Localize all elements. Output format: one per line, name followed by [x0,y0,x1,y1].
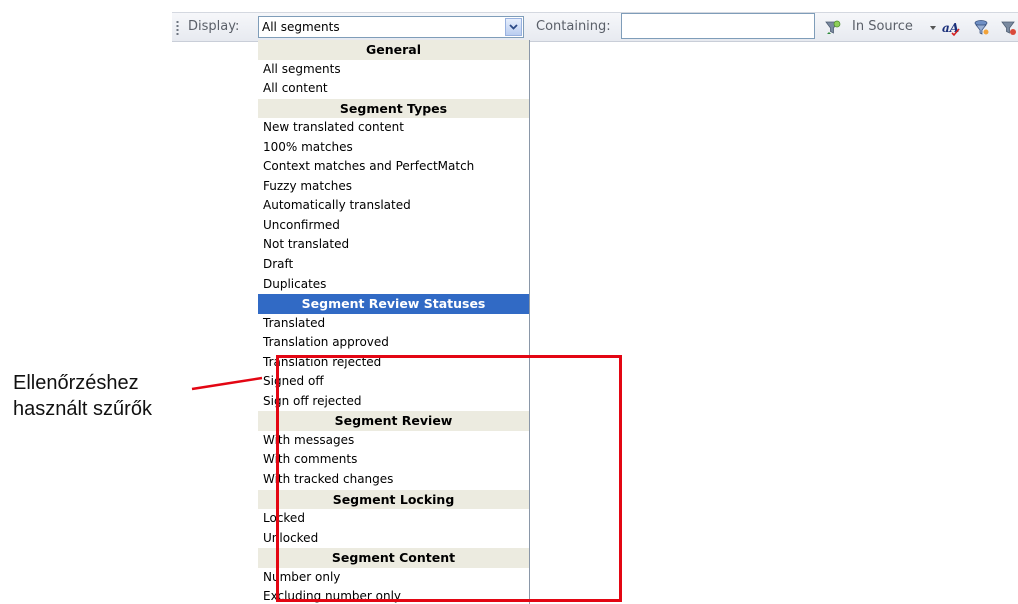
dropdown-option[interactable]: Translation rejected [258,353,529,373]
filter-settings-icon[interactable] [972,19,990,37]
in-source-dropdown-icon[interactable] [930,26,936,30]
dropdown-option[interactable]: Draft [258,255,529,275]
annotation-line-1: Ellenőrzéshez [13,372,139,394]
dropdown-group-header: General [258,40,529,60]
dropdown-group-header: Segment Locking [258,489,529,510]
dropdown-option[interactable]: Context matches and PerfectMatch [258,157,529,177]
dropdown-option[interactable]: Translated [258,314,529,334]
dropdown-option[interactable]: All segments [258,60,529,80]
display-label: Display: [188,19,240,34]
toolbar-grip-handle[interactable] [176,20,179,36]
dropdown-option[interactable]: Sign off rejected [258,392,529,412]
dropdown-option[interactable]: Translation approved [258,333,529,353]
dropdown-option[interactable]: With comments [258,450,529,470]
display-filter-select[interactable]: All segments [258,16,524,38]
dropdown-option[interactable]: Locked [258,509,529,529]
dropdown-group-header: Segment Review Statuses [258,294,529,314]
dropdown-option[interactable]: Automatically translated [258,196,529,216]
case-sensitive-icon[interactable]: aA [942,19,960,37]
filter-icon[interactable] [824,19,842,37]
dropdown-option[interactable]: Signed off [258,372,529,392]
in-source-label[interactable]: In Source [852,19,913,34]
annotation-text: Ellenőrzéshez használt szűrők [13,370,152,422]
display-filter-value: All segments [262,20,340,34]
dropdown-option[interactable]: Not translated [258,235,529,255]
filter-toolbar: Display: All segments Containing: In Sou… [172,12,1018,42]
filter-clear-icon[interactable] [1000,19,1018,37]
dropdown-option[interactable]: 100% matches [258,138,529,158]
dropdown-option[interactable]: Fuzzy matches [258,177,529,197]
dropdown-group-header: Segment Content [258,548,529,568]
dropdown-option[interactable]: New translated content [258,118,529,138]
chevron-down-icon[interactable] [505,18,522,36]
display-filter-dropdown-list[interactable]: General All segments All content Segment Ty… [258,40,530,604]
dropdown-option[interactable]: With messages [258,431,529,451]
dropdown-option[interactable]: Unconfirmed [258,216,529,236]
dropdown-option[interactable]: All content [258,79,529,99]
dropdown-option[interactable]: Unlocked [258,529,529,549]
dropdown-option[interactable]: Excluding number only [258,587,529,604]
annotation-line-2: használt szűrők [13,398,152,420]
containing-label: Containing: [536,19,611,34]
containing-search-input[interactable] [621,13,815,39]
dropdown-option[interactable]: Number only [258,568,529,588]
dropdown-option[interactable]: Duplicates [258,275,529,295]
dropdown-group-header: Segment Types [258,98,529,119]
dropdown-group-header: Segment Review [258,411,529,431]
dropdown-option[interactable]: With tracked changes [258,470,529,490]
